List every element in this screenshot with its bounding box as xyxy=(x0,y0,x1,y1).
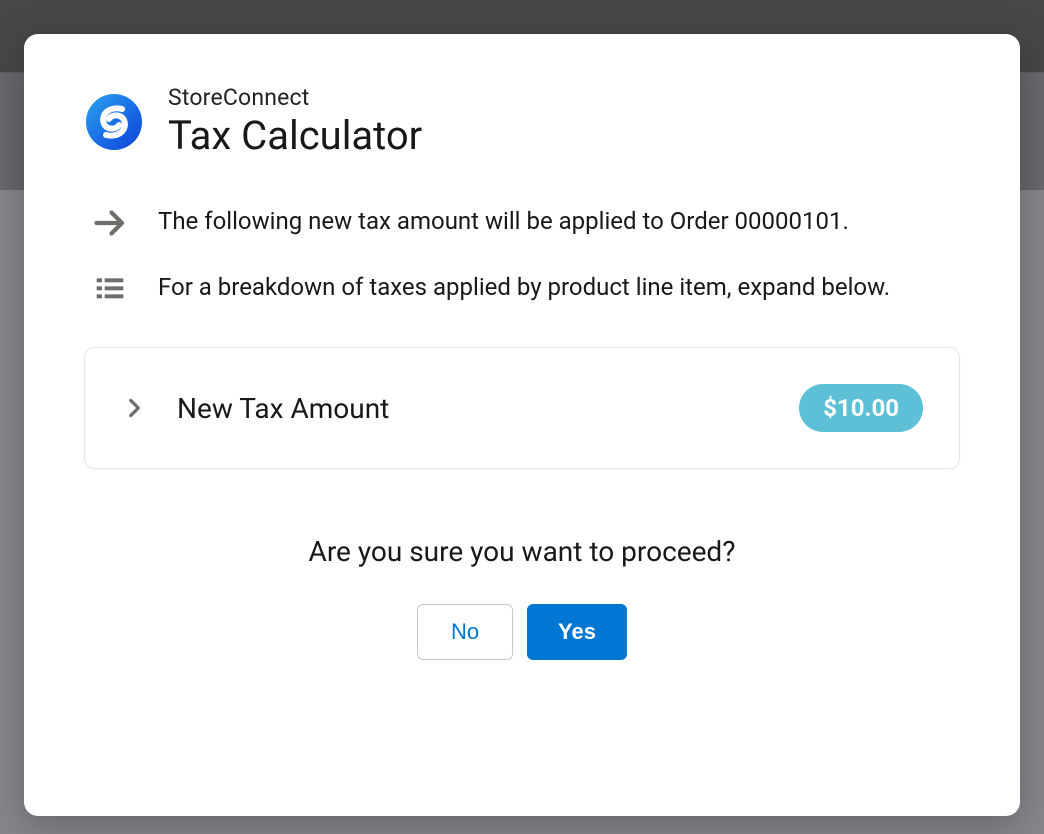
new-tax-amount-row[interactable]: New Tax Amount $10.00 xyxy=(84,347,960,469)
tax-amount-badge: $10.00 xyxy=(799,384,923,432)
list-breakdown-icon xyxy=(92,271,128,307)
info-text-applied: The following new tax amount will be app… xyxy=(158,203,849,239)
info-row-applied: The following new tax amount will be app… xyxy=(84,203,960,241)
storeconnect-logo-icon xyxy=(84,92,144,152)
confirm-prompt: Are you sure you want to proceed? xyxy=(84,535,960,568)
modal-header: StoreConnect Tax Calculator xyxy=(84,84,960,159)
button-row: No Yes xyxy=(84,604,960,660)
arrow-right-icon xyxy=(92,205,128,241)
new-tax-amount-label: New Tax Amount xyxy=(177,392,799,425)
modal-title: Tax Calculator xyxy=(168,113,422,159)
chevron-right-icon xyxy=(121,395,147,421)
info-text-breakdown: For a breakdown of taxes applied by prod… xyxy=(158,269,890,305)
confirm-section: Are you sure you want to proceed? No Yes xyxy=(84,535,960,660)
tax-calculator-modal: StoreConnect Tax Calculator The followin… xyxy=(24,34,1020,816)
yes-button[interactable]: Yes xyxy=(527,604,627,660)
info-row-breakdown: For a breakdown of taxes applied by prod… xyxy=(84,269,960,307)
modal-overline: StoreConnect xyxy=(168,84,422,111)
no-button[interactable]: No xyxy=(417,604,513,660)
